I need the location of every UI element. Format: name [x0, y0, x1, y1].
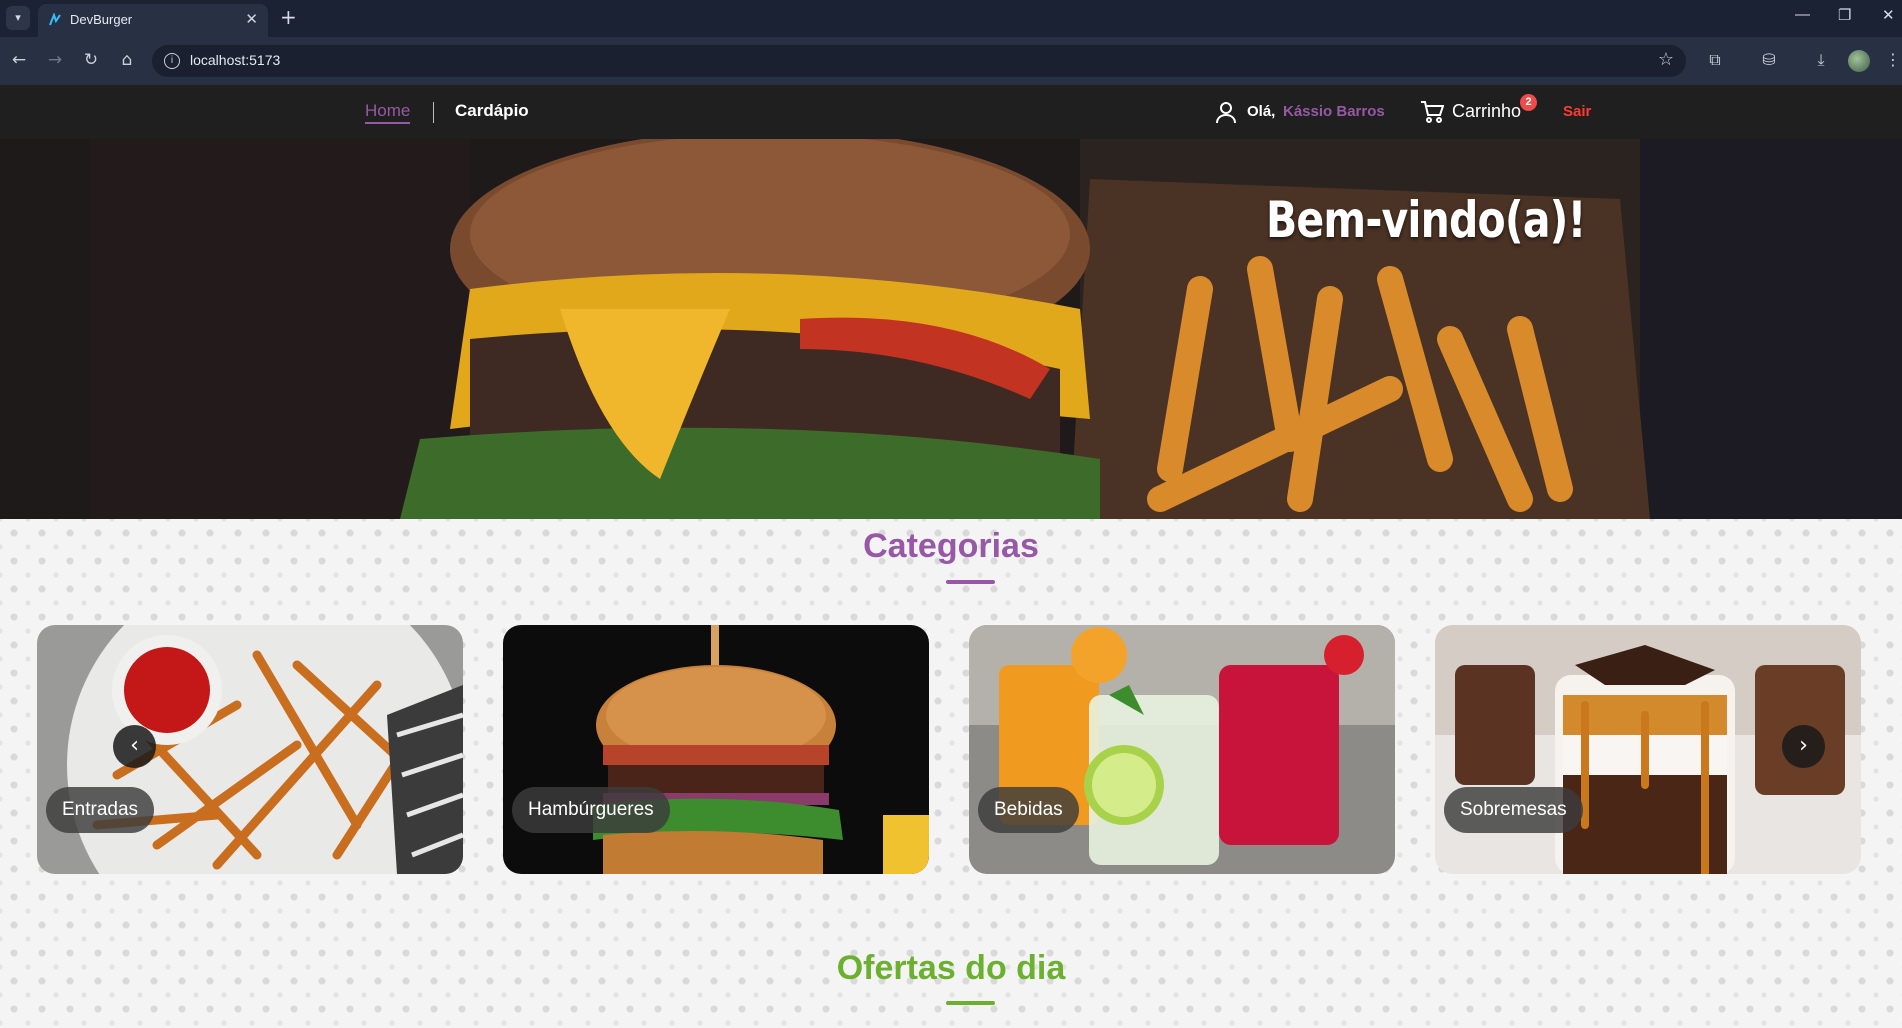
- profile-avatar-icon[interactable]: [1848, 50, 1870, 72]
- site-favicon-icon: [49, 13, 61, 26]
- category-label: Bebidas: [978, 787, 1079, 833]
- burger-and-fries-banner-image: [0, 139, 1902, 519]
- tab-title: DevBurger: [70, 12, 133, 27]
- category-label: Entradas: [46, 787, 155, 833]
- category-card-bebidas[interactable]: Bebidas: [969, 625, 1395, 874]
- categories-title: Categorias: [863, 527, 1039, 565]
- nav-menu-link[interactable]: Cardápio: [455, 101, 529, 121]
- tab-search-button[interactable]: ▾: [6, 6, 30, 30]
- carousel-next-button[interactable]: ›: [1782, 725, 1825, 768]
- burger-image: [503, 625, 929, 874]
- user-icon: [1216, 102, 1236, 124]
- hero-banner: Bem-vindo(a)!: [0, 139, 1902, 519]
- tab-close-icon[interactable]: ✕: [245, 10, 258, 28]
- category-label: Sobremesas: [1444, 787, 1583, 833]
- minimize-button[interactable]: —: [1795, 6, 1810, 23]
- main-content: Categorias Entradas Hambúrgueres Bebidas…: [0, 519, 1902, 1028]
- more-menu-icon[interactable]: ⋮: [1882, 49, 1902, 71]
- cart-link[interactable]: Carrinho: [1452, 101, 1521, 122]
- greeting-text: Olá,: [1247, 103, 1276, 120]
- extensions-icon[interactable]: ⧉: [1704, 49, 1726, 71]
- username-text: Kássio Barros: [1283, 103, 1385, 120]
- new-tab-button[interactable]: +: [280, 5, 297, 29]
- download-icon[interactable]: ⤓: [1810, 49, 1832, 71]
- back-arrow-icon[interactable]: ←: [8, 49, 30, 71]
- hero-title: Bem-vindo(a)!: [1266, 191, 1586, 249]
- cart-icon[interactable]: [1420, 100, 1444, 124]
- restore-button[interactable]: ❐: [1838, 6, 1851, 24]
- logout-button[interactable]: Sair: [1563, 103, 1591, 120]
- site-info-icon[interactable]: i: [164, 53, 180, 69]
- url-text[interactable]: localhost:5173: [190, 52, 280, 68]
- browser-tab-strip: ▾ DevBurger ✕ + — ❐ ✕: [0, 0, 1902, 37]
- address-bar[interactable]: i localhost:5173 ☆: [152, 45, 1686, 77]
- carousel-prev-button[interactable]: ‹: [113, 725, 156, 768]
- browser-tab[interactable]: DevBurger ✕: [38, 4, 268, 37]
- nav-divider: [433, 102, 434, 123]
- close-window-button[interactable]: ✕: [1882, 6, 1895, 24]
- nav-home-link[interactable]: Home: [365, 101, 411, 124]
- categories-title-underline: [946, 580, 995, 584]
- site-header: Home Cardápio Olá, Kássio Barros Carrinh…: [0, 85, 1902, 139]
- drinks-image: [969, 625, 1395, 874]
- offers-title: Ofertas do dia: [836, 949, 1066, 987]
- reload-icon[interactable]: ↻: [80, 49, 102, 71]
- offers-title-underline: [946, 1001, 995, 1005]
- browser-toolbar: ← → ↻ ⌂ i localhost:5173 ☆ ⧉ ⛁ ⤓ ⋮: [0, 37, 1902, 85]
- category-label: Hambúrgueres: [512, 787, 670, 833]
- home-icon[interactable]: ⌂: [116, 49, 138, 71]
- category-card-entradas[interactable]: Entradas: [37, 625, 463, 874]
- forward-arrow-icon[interactable]: →: [44, 49, 66, 71]
- category-card-hamburgueres[interactable]: Hambúrgueres: [503, 625, 929, 874]
- cart-count-badge: 2: [1520, 94, 1537, 111]
- fries-with-ketchup-image: [37, 625, 463, 874]
- sidebar-icon[interactable]: ⛁: [1758, 49, 1780, 71]
- bookmark-star-icon[interactable]: ☆: [1658, 49, 1674, 70]
